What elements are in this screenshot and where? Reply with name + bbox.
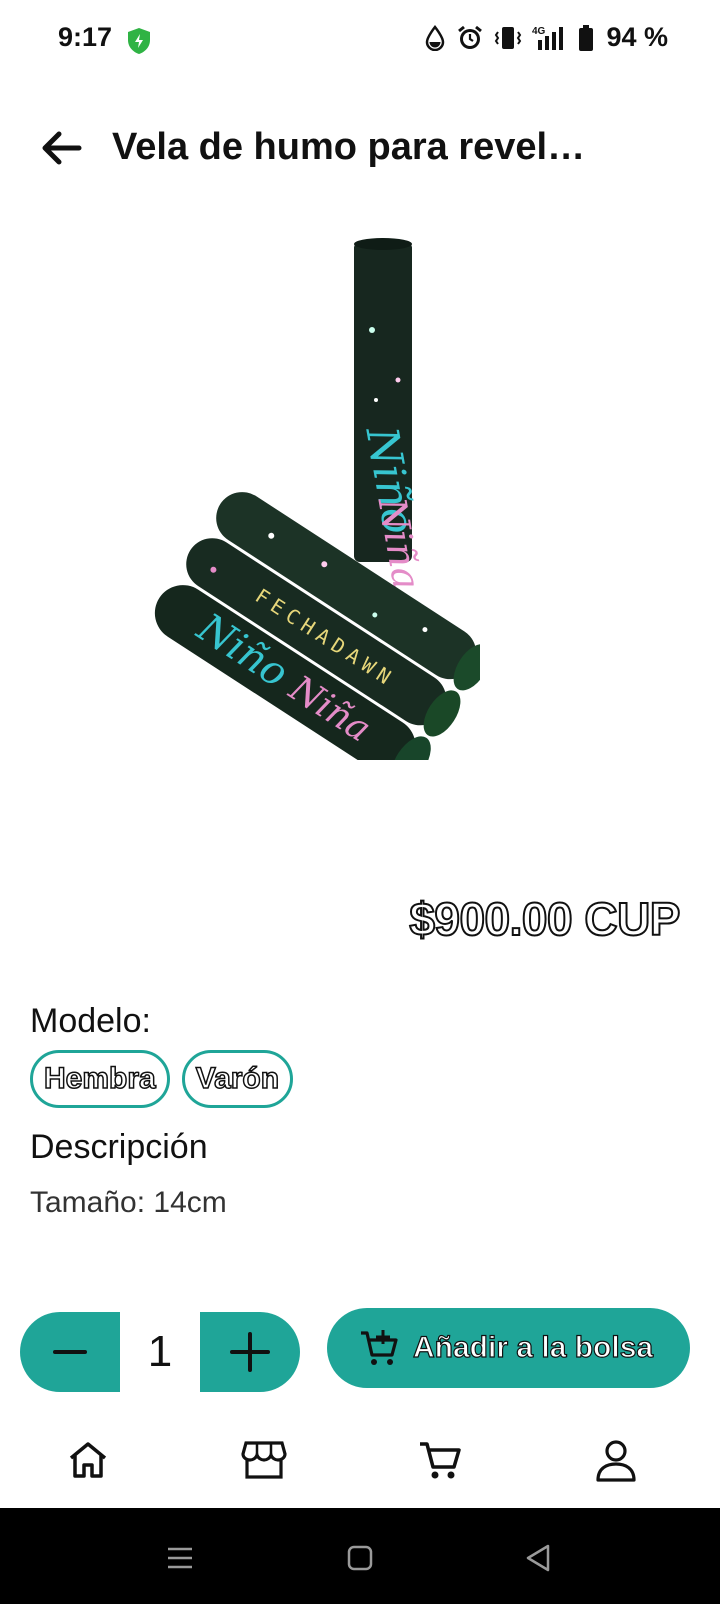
add-to-bag-label: Añadir a la bolsa <box>412 1330 654 1364</box>
bottom-navigation <box>0 1410 720 1508</box>
svg-text:4G: 4G <box>532 26 546 37</box>
back-system-button[interactable] <box>516 1536 560 1580</box>
add-to-bag-button[interactable]: Añadir a la bolsa <box>327 1308 690 1388</box>
model-label: Modelo: <box>30 1002 151 1040</box>
nav-store[interactable] <box>234 1430 294 1490</box>
model-option-hembra[interactable]: Hembra <box>30 1050 170 1108</box>
status-bar: 9:17 4G 94 % <box>0 0 720 80</box>
battery-icon <box>579 24 594 51</box>
home-system-button[interactable] <box>338 1536 382 1580</box>
nav-cart[interactable] <box>410 1430 470 1490</box>
description-text: Tamaño: 14cm <box>30 1186 227 1219</box>
store-icon <box>241 1441 287 1479</box>
minus-icon <box>53 1350 87 1354</box>
description-title: Descripción <box>30 1128 208 1166</box>
product-image[interactable]: Niño Niña Niño Niña FECHADAWN <box>130 230 480 760</box>
alarm-icon <box>458 25 483 49</box>
signal-icon: 4G <box>532 26 564 50</box>
add-cart-icon <box>361 1330 398 1365</box>
nav-profile[interactable] <box>586 1430 646 1490</box>
nav-home[interactable] <box>58 1430 118 1490</box>
square-icon <box>347 1545 373 1571</box>
profile-icon <box>596 1440 636 1482</box>
plus-icon <box>230 1332 270 1372</box>
recent-apps-button[interactable] <box>158 1536 202 1580</box>
system-navigation-bar <box>0 1508 720 1604</box>
quantity-value: 1 <box>147 1327 173 1376</box>
status-time: 9:17 <box>58 22 113 52</box>
product-price: $900.00 CUP <box>408 892 681 946</box>
shield-check-icon <box>128 28 150 54</box>
arrow-left-icon <box>42 131 82 165</box>
battery-percent: 94 % <box>606 22 668 52</box>
model-options: Hembra Varón <box>30 1050 294 1108</box>
app-header: Vela de humo para revel… <box>0 108 720 186</box>
cart-icon <box>420 1442 461 1479</box>
triangle-back-icon <box>526 1544 550 1572</box>
menu-lines-icon <box>168 1547 192 1569</box>
home-icon <box>69 1442 107 1478</box>
drop-icon <box>426 24 445 51</box>
page-title: Vela de humo para revel… <box>112 126 586 168</box>
model-option-varon[interactable]: Varón <box>181 1050 294 1108</box>
quantity-increase-button[interactable] <box>200 1312 300 1392</box>
vibrate-icon <box>495 26 522 49</box>
back-button[interactable] <box>36 122 88 174</box>
quantity-decrease-button[interactable] <box>20 1312 120 1392</box>
